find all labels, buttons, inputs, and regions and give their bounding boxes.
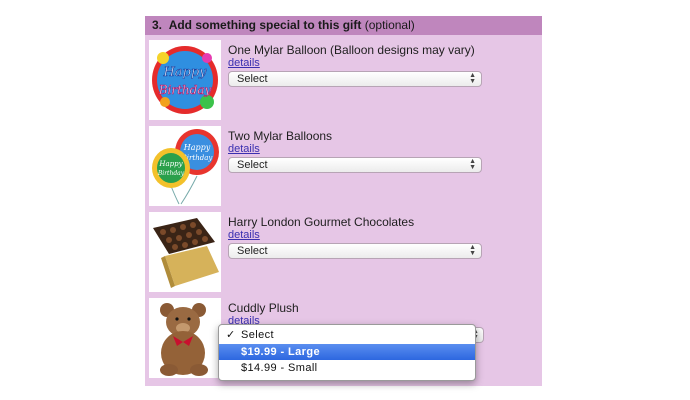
details-link[interactable]: details — [228, 57, 260, 69]
svg-text:Happy: Happy — [158, 160, 183, 168]
item-title: Two Mylar Balloons — [228, 129, 333, 143]
svg-text:Birthday: Birthday — [157, 170, 185, 177]
option-select[interactable]: Select ▲ ▼ — [228, 243, 482, 259]
two-balloons-image: Happy Birthday Happy Birthday — [149, 126, 221, 206]
option-select[interactable]: Select ▲ ▼ — [228, 157, 482, 173]
addon-item-two-balloons: Happy Birthday Happy Birthday Two Mylar … — [149, 126, 539, 208]
svg-text:Happy: Happy — [162, 65, 207, 80]
select-arrows-icon: ▲▼ — [469, 72, 476, 85]
details-link[interactable]: details — [228, 143, 260, 155]
item-title: One Mylar Balloon (Balloon designs may v… — [228, 43, 475, 57]
section-number: 3. — [152, 18, 163, 32]
svg-text:Birthday: Birthday — [158, 83, 212, 97]
details-link[interactable]: details — [228, 229, 260, 241]
select-arrows-icon: ▲▼ — [469, 158, 476, 171]
addon-item-chocolates: Harry London Gourmet Chocolates details … — [149, 212, 539, 294]
balloon-image: Happy Birthday — [149, 40, 221, 120]
section-title: Add something special to this gift — [168, 18, 362, 32]
item-title: Harry London Gourmet Chocolates — [228, 215, 415, 229]
section-header: 3. Add something special to this gift (o… — [145, 16, 542, 35]
select-arrows-icon: ▲▼ — [469, 244, 476, 257]
addon-item-balloon: Happy Birthday One Mylar Balloon (Balloo… — [149, 40, 539, 122]
menu-option-small[interactable]: $14.99 - Small — [219, 360, 475, 376]
teddy-bear-image — [149, 298, 221, 378]
plush-options-menu[interactable]: ✓ Select $19.99 - Large $14.99 - Small — [218, 324, 476, 381]
svg-text:Happy: Happy — [183, 143, 211, 152]
option-select[interactable]: Select ▲ ▼ — [228, 71, 482, 87]
menu-option-large[interactable]: $19.99 - Large — [219, 344, 475, 360]
checkmark-icon: ✓ — [226, 329, 236, 341]
item-title: Cuddly Plush — [228, 301, 299, 315]
select-value: Select — [237, 159, 268, 171]
chocolates-image — [149, 212, 221, 292]
select-value: Select — [237, 73, 268, 85]
select-value: Select — [237, 245, 268, 257]
menu-option-select[interactable]: ✓ Select — [219, 327, 475, 343]
section-note: (optional) — [364, 18, 415, 32]
